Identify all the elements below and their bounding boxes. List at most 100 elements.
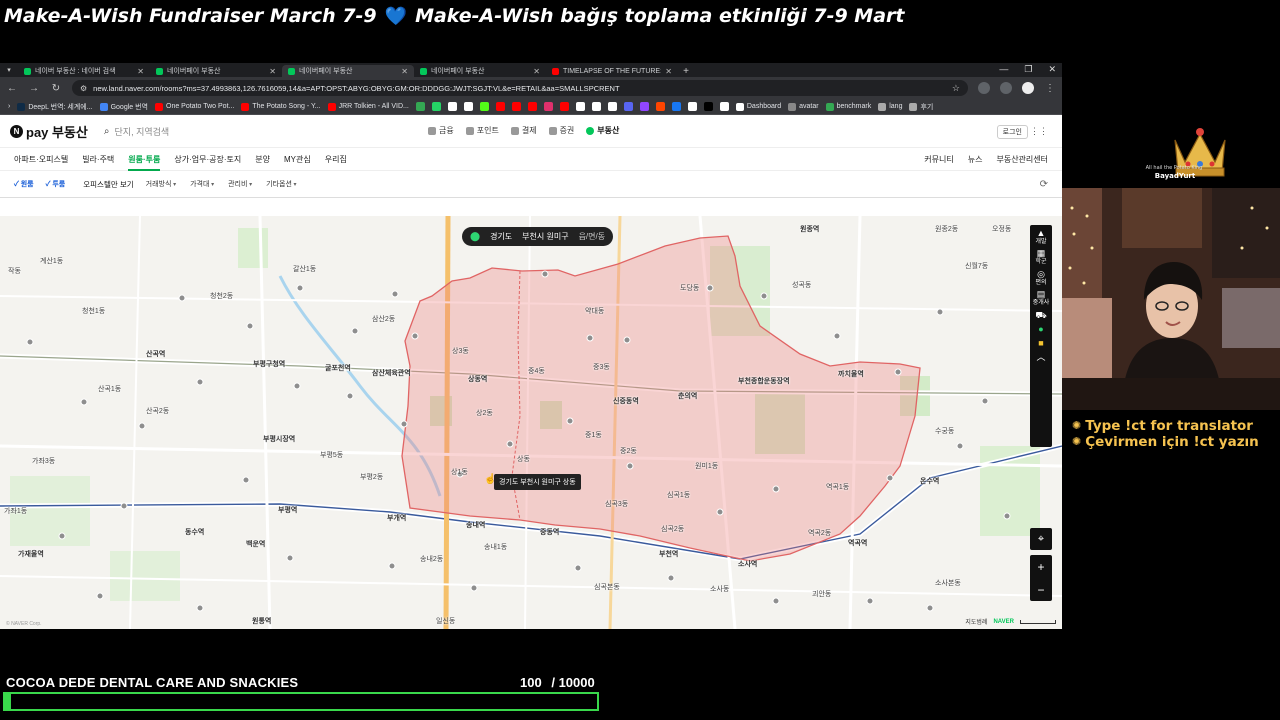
map-tool-button[interactable]: ︿ (1031, 352, 1051, 363)
bookmark-shortcut-icon[interactable] (687, 102, 697, 111)
poi-marker-icon[interactable] (96, 592, 104, 600)
bookmark-shortcut-icon[interactable] (495, 102, 505, 111)
nav-item[interactable]: 분양 (255, 154, 270, 165)
poi-marker-icon[interactable] (886, 474, 894, 482)
tab-close-icon[interactable]: ✕ (533, 67, 540, 76)
map-tool-button[interactable]: ● (1031, 324, 1051, 335)
poi-marker-icon[interactable] (411, 332, 419, 340)
poi-marker-icon[interactable] (706, 284, 714, 292)
bookmark-shortcut-icon[interactable] (607, 102, 617, 111)
maximize-icon[interactable]: ❐ (1024, 64, 1032, 75)
login-button[interactable]: 로그인 (996, 125, 1028, 139)
poi-marker-icon[interactable] (623, 336, 631, 344)
poi-marker-icon[interactable] (196, 378, 204, 386)
poi-marker-icon[interactable] (506, 440, 514, 448)
map-view[interactable]: 원종역 원종2동 오정동 작동 갈산1동 계산1동 청천2동 청천1동 삼산2동 도당동 약대동 성곡… (0, 216, 1062, 629)
poi-marker-icon[interactable] (470, 584, 478, 592)
bookmark-item[interactable]: DeepL 번역: 세계에... (17, 102, 93, 112)
bookmark-item[interactable]: 후기 (909, 102, 933, 112)
poi-marker-icon[interactable] (196, 604, 204, 612)
bookmark-shortcut-icon[interactable] (639, 102, 649, 111)
reset-filter-icon[interactable]: ⟳ (1040, 179, 1048, 190)
tab-close-icon[interactable]: ✕ (269, 67, 276, 76)
poi-marker-icon[interactable] (293, 382, 301, 390)
filter-chip[interactable]: ✓ 투룸 (46, 179, 66, 189)
map-tool-button[interactable]: ▤ 중개사 (1031, 290, 1051, 307)
browser-tab[interactable]: 네이버페이 부동산 ✕ (282, 65, 414, 77)
service-link[interactable]: 포인트 (465, 125, 499, 136)
bookmark-shortcut-icon[interactable] (671, 102, 681, 111)
search-input[interactable]: ⌕ 단지, 지역검색 (104, 125, 169, 138)
extensions-icon[interactable] (978, 82, 990, 94)
poi-marker-icon[interactable] (351, 327, 359, 335)
poi-marker-icon[interactable] (541, 270, 549, 278)
bookmark-shortcut-icon[interactable] (719, 102, 729, 111)
site-info-icon[interactable]: ⚙ (80, 84, 87, 93)
filter-dropdown[interactable]: 거래방식 (146, 179, 176, 189)
forward-icon[interactable]: → (28, 83, 40, 94)
poi-marker-icon[interactable] (574, 564, 582, 572)
officetel-only-toggle[interactable]: 오피스텔만 보기 (83, 179, 133, 190)
bookmark-item[interactable]: lang (878, 102, 902, 111)
poi-marker-icon[interactable] (566, 417, 574, 425)
browser-menu-icon[interactable]: ⋮ (1044, 83, 1056, 94)
my-location-icon[interactable]: ⌖ (1030, 528, 1052, 550)
nav-item[interactable]: MY관심 (284, 154, 311, 165)
poi-marker-icon[interactable] (772, 597, 780, 605)
bookmark-shortcut-icon[interactable] (575, 102, 585, 111)
poi-marker-icon[interactable] (866, 597, 874, 605)
map-tool-button[interactable]: ■ (1031, 338, 1051, 349)
poi-marker-icon[interactable] (956, 442, 964, 450)
service-link[interactable]: 부동산 (586, 125, 619, 136)
bookmark-item[interactable]: The Potato Song - Y... (241, 102, 321, 111)
tab-close-icon[interactable]: ✕ (401, 67, 408, 76)
breadcrumb-province[interactable]: 경기도 (490, 231, 512, 242)
poi-marker-icon[interactable] (246, 322, 254, 330)
poi-marker-icon[interactable] (626, 462, 634, 470)
bookmark-shortcut-icon[interactable] (655, 102, 665, 111)
breadcrumb-city[interactable]: 부천시 원미구 (522, 231, 568, 242)
nav-item-right[interactable]: 부동산관리센터 (996, 154, 1048, 165)
filter-chip[interactable]: ✓ 원룸 (14, 179, 34, 189)
tab-close-icon[interactable]: ✕ (665, 67, 672, 76)
filter-dropdown[interactable]: 관리비 (228, 179, 252, 189)
map-tool-button[interactable]: ⛟ (1031, 310, 1051, 321)
bookmarks-chevron-icon[interactable]: › (8, 103, 10, 110)
poi-marker-icon[interactable] (772, 485, 780, 493)
service-link[interactable]: 결제 (510, 125, 537, 136)
sidebar-icon[interactable] (1000, 82, 1012, 94)
poi-marker-icon[interactable] (296, 284, 304, 292)
poi-marker-icon[interactable] (760, 292, 768, 300)
wonmi-gu-region[interactable] (401, 235, 921, 562)
back-icon[interactable]: ← (6, 83, 18, 94)
bookmark-shortcut-icon[interactable] (559, 102, 569, 111)
profile-avatar[interactable] (1022, 82, 1034, 94)
bookmark-shortcut-icon[interactable] (479, 102, 489, 111)
bookmark-shortcut-icon[interactable] (447, 102, 457, 111)
poi-marker-icon[interactable] (80, 398, 88, 406)
poi-marker-icon[interactable] (26, 338, 34, 346)
reload-icon[interactable]: ↻ (50, 83, 62, 94)
apps-grid-icon[interactable]: ⋮⋮ (1030, 126, 1048, 137)
nav-item[interactable]: 아파트·오피스텔 (14, 154, 68, 165)
new-tab-button[interactable]: + (678, 65, 694, 77)
bookmark-shortcut-icon[interactable] (591, 102, 601, 111)
bookmark-shortcut-icon[interactable] (511, 102, 521, 111)
service-link[interactable]: 금융 (428, 125, 454, 136)
poi-marker-icon[interactable] (1003, 512, 1011, 520)
tab-close-icon[interactable]: ✕ (137, 67, 144, 76)
map-tool-button[interactable]: ▦ 학군 (1031, 249, 1051, 266)
nav-item[interactable]: 우리집 (325, 154, 347, 165)
breadcrumb-level[interactable]: 읍/면/동 (579, 231, 606, 242)
browser-tab[interactable]: TIMELAPSE OF THE FUTURE: A ✕ (546, 65, 678, 77)
poi-marker-icon[interactable] (388, 562, 396, 570)
poi-marker-icon[interactable] (391, 290, 399, 298)
bookmark-shortcut-icon[interactable] (431, 102, 441, 111)
poi-marker-icon[interactable] (667, 574, 675, 582)
nav-item[interactable]: 상가·업무·공장·토지 (174, 154, 241, 165)
service-link[interactable]: 증권 (548, 125, 574, 136)
poi-marker-icon[interactable] (936, 308, 944, 316)
nav-item[interactable]: 빌라·주택 (82, 154, 114, 165)
bookmark-item[interactable]: avatar (788, 102, 819, 111)
poi-marker-icon[interactable] (586, 334, 594, 342)
